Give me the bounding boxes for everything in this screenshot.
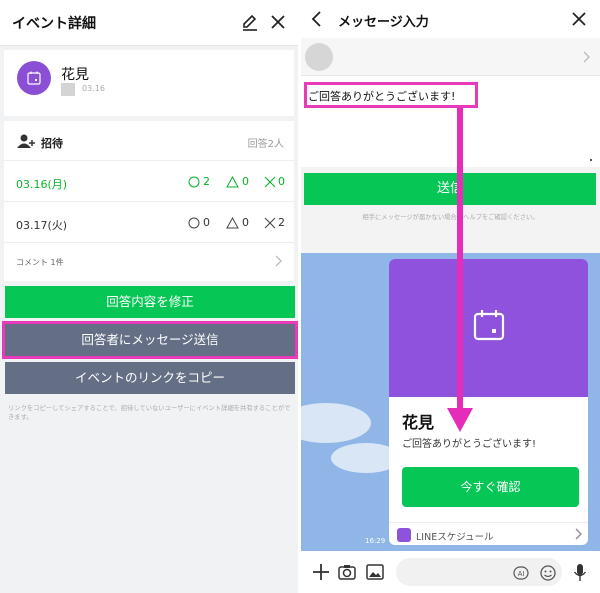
add-person-icon xyxy=(17,134,35,148)
chat-input-bar: AI xyxy=(301,551,600,593)
event-avatar xyxy=(17,61,51,95)
highlight-box xyxy=(304,82,478,108)
circle-icon xyxy=(188,176,200,188)
yes-count: 0 xyxy=(203,216,210,229)
chat-preview: 花見 ご回答ありがとうございます! 今すぐ確認 LINEスケジュール 16:29 xyxy=(301,253,600,551)
invite-label: 招待 xyxy=(41,137,63,150)
cloud xyxy=(301,403,371,443)
invite-header: 招待 回答2人 xyxy=(4,121,294,161)
chevron-right-icon xyxy=(275,255,282,267)
triangle-icon xyxy=(226,176,239,188)
close-icon[interactable] xyxy=(268,12,288,32)
no-count: 0 xyxy=(278,175,285,188)
calendar-icon xyxy=(473,310,505,341)
card-banner xyxy=(389,259,588,397)
no-count: 2 xyxy=(278,216,285,229)
event-name: 花見 xyxy=(61,67,89,83)
date-label: 03.16(月) xyxy=(16,178,68,191)
annotation-arrowhead xyxy=(447,408,473,432)
cross-icon xyxy=(264,176,276,188)
share-note: リンクをコピーしてシェアすることで、招待していないユーザーにイベント詳細を共有す… xyxy=(8,405,291,421)
event-card: 花見 03.16 xyxy=(4,50,294,116)
chevron-right-icon xyxy=(575,528,582,540)
circle-icon xyxy=(188,217,200,229)
message-textarea[interactable]: ご回答ありがとうございます! xyxy=(301,77,600,167)
triangle-icon xyxy=(226,217,239,229)
card-event-name: 花見 xyxy=(402,413,435,432)
confirm-now-button[interactable]: 今すぐ確認 xyxy=(402,467,579,507)
date-row[interactable]: 03.17(火) 0 0 2 xyxy=(4,203,294,243)
message-input-screen: メッセージ入力 ご回答ありがとうございます! 送信 相手にメッセージが届かない場… xyxy=(301,0,600,593)
response-count: 回答2人 xyxy=(247,139,284,150)
page-title: メッセージ入力 xyxy=(338,15,429,30)
back-chevron-icon[interactable] xyxy=(311,11,323,27)
date-label: 03.17(火) xyxy=(16,219,68,232)
emoji-icon[interactable] xyxy=(540,565,556,581)
date-row[interactable]: 03.16(月) 2 0 0 xyxy=(4,162,294,202)
svg-text:AI: AI xyxy=(518,571,525,578)
ai-icon[interactable]: AI xyxy=(513,566,529,580)
event-message-card: 花見 ご回答ありがとうございます! 今すぐ確認 LINEスケジュール xyxy=(389,259,588,545)
chevron-right-icon xyxy=(583,51,590,63)
dot xyxy=(590,159,592,161)
edit-answer-button[interactable]: 回答内容を修正 xyxy=(5,286,295,318)
event-created-date: 03.16 xyxy=(82,84,105,93)
card-footer[interactable]: LINEスケジュール xyxy=(389,522,588,545)
pencil-icon[interactable] xyxy=(240,12,260,32)
comment-count: コメント 1件 xyxy=(16,258,64,267)
maybe-count: 0 xyxy=(242,175,249,188)
event-detail-screen: イベント詳細 花見 03.16 招待 回答2人 03.16(月) 2 0 0 0… xyxy=(0,0,298,593)
recipient-row[interactable] xyxy=(301,38,600,76)
send-button[interactable]: 送信 xyxy=(304,173,596,205)
event-detail-header: イベント詳細 xyxy=(0,0,298,46)
image-icon[interactable] xyxy=(366,563,384,581)
avatar xyxy=(305,43,333,71)
send-area: 送信 相手にメッセージが届かない場合はヘルプをご確認ください。 xyxy=(301,167,600,253)
creator-thumbnail xyxy=(61,83,75,96)
cross-icon xyxy=(264,217,276,229)
annotation-arrow xyxy=(457,108,463,414)
comment-row[interactable]: コメント 1件 xyxy=(4,244,294,281)
line-schedule-icon xyxy=(397,528,411,542)
invite-card: 招待 回答2人 03.16(月) 2 0 0 03.17(火) 0 0 2 コメ… xyxy=(4,121,294,281)
card-footer-label: LINEスケジュール xyxy=(416,532,494,543)
maybe-count: 0 xyxy=(242,216,249,229)
calendar-icon xyxy=(27,71,41,85)
card-subtitle: ご回答ありがとうございます! xyxy=(402,439,537,450)
page-title: イベント詳細 xyxy=(12,16,96,32)
highlight-box xyxy=(2,321,298,359)
message-time: 16:29 xyxy=(365,537,386,545)
plus-icon[interactable] xyxy=(312,563,330,581)
mic-icon[interactable] xyxy=(573,563,587,582)
copy-link-button[interactable]: イベントのリンクをコピー xyxy=(5,362,295,394)
chat-text-input[interactable] xyxy=(396,558,562,586)
send-note: 相手にメッセージが届かない場合はヘルプをご確認ください。 xyxy=(362,214,539,221)
yes-count: 2 xyxy=(203,175,210,188)
close-icon[interactable] xyxy=(571,11,587,27)
message-input-header: メッセージ入力 xyxy=(301,0,600,38)
camera-icon[interactable] xyxy=(338,563,356,581)
